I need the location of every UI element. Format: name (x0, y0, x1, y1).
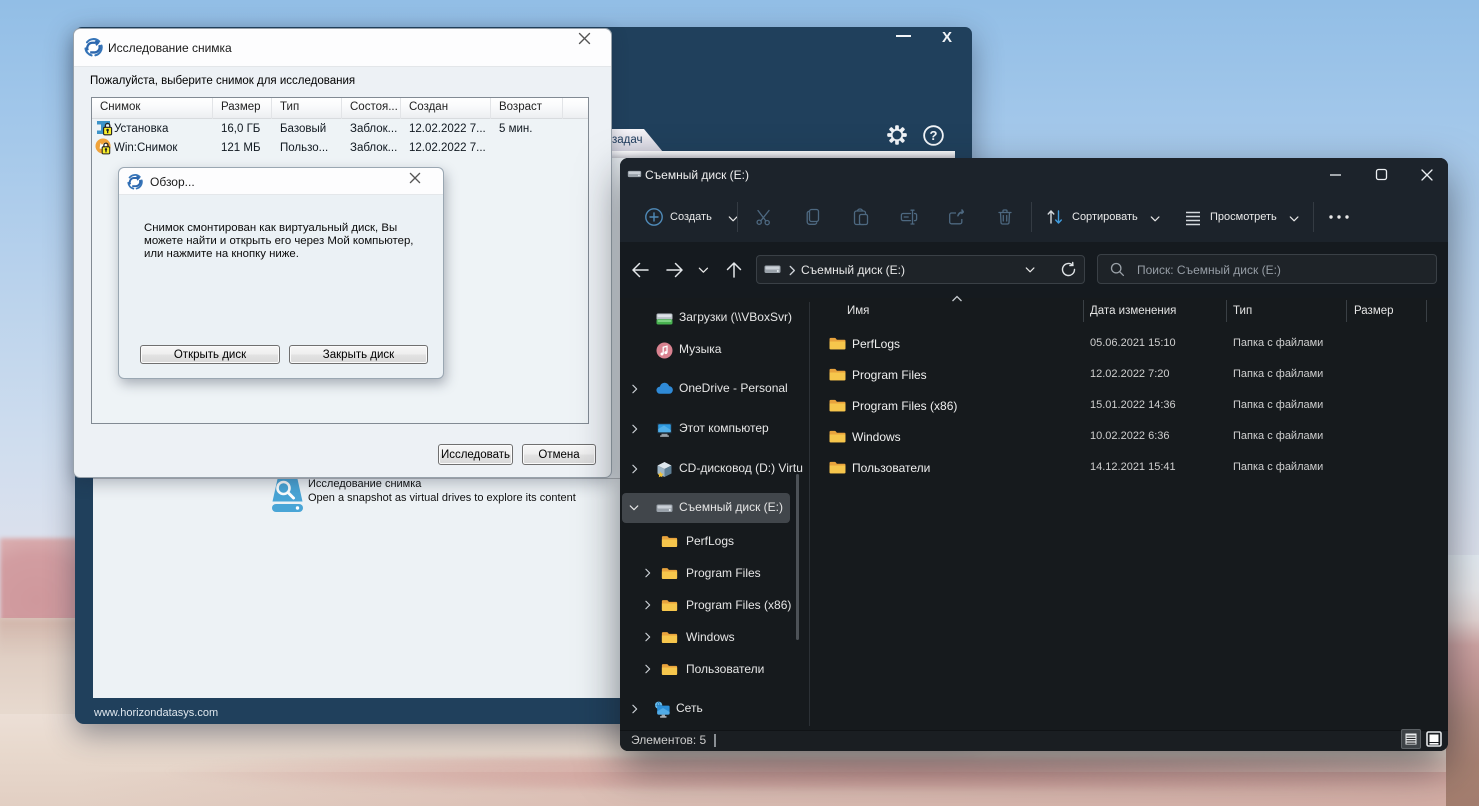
svg-text:?: ? (930, 128, 938, 143)
